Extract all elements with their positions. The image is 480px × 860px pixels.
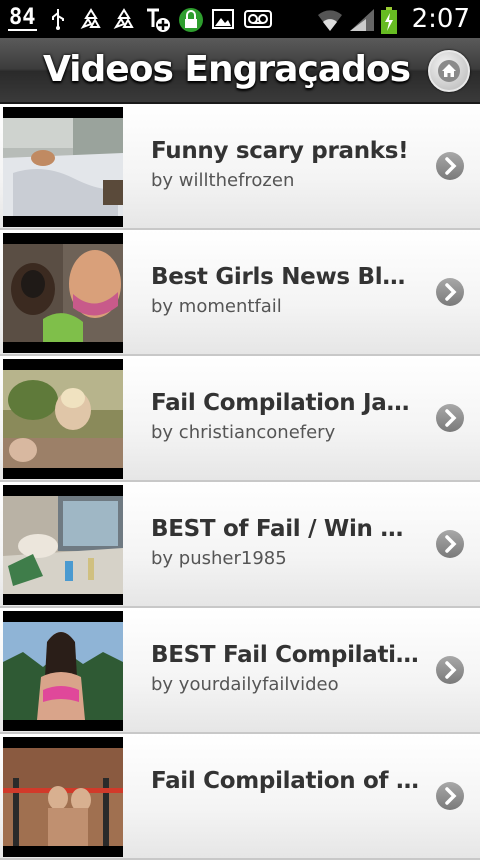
video-title: Best Girls News Bloopers <box>151 264 419 290</box>
status-bar-system: 2:07 <box>316 4 470 34</box>
video-list-item[interactable]: BEST Fail Compilation 2012 by yourdailyf… <box>0 608 480 734</box>
page-title: Videos Engraçados <box>42 49 411 90</box>
chevron-right-icon[interactable] <box>436 530 464 558</box>
video-author: by momentfail <box>151 296 282 317</box>
chevron-right-icon[interactable] <box>436 278 464 306</box>
battery-icon <box>380 7 404 34</box>
status-bar: 84 2:07 <box>0 0 480 38</box>
wifi-icon <box>316 7 342 31</box>
recycle-icon <box>79 7 103 31</box>
video-list-item[interactable]: Fail Compilation January by christiancon… <box>0 356 480 482</box>
video-thumbnail <box>3 737 123 857</box>
usb-icon <box>46 7 70 31</box>
home-button[interactable] <box>428 50 470 92</box>
video-title: Fail Compilation of the Week <box>151 768 419 794</box>
video-list-item[interactable]: BEST of Fail / Win Compilation by pusher… <box>0 482 480 608</box>
video-title: Fail Compilation January <box>151 390 419 416</box>
video-author: by christianconefery <box>151 422 336 443</box>
video-title: BEST Fail Compilation 2012 <box>151 642 419 668</box>
voicemail-icon <box>243 7 272 31</box>
video-thumbnail <box>3 359 123 479</box>
lock-icon <box>178 7 203 32</box>
video-thumbnail <box>3 611 123 731</box>
video-thumbnail <box>3 485 123 605</box>
home-icon <box>438 60 460 82</box>
clock: 2:07 <box>411 4 470 34</box>
chevron-right-icon[interactable] <box>436 656 464 684</box>
recycle-icon <box>112 7 136 31</box>
video-list-item[interactable]: Fail Compilation of the Week <box>0 734 480 860</box>
video-author: by willthefrozen <box>151 170 295 191</box>
chevron-right-icon[interactable] <box>436 404 464 432</box>
video-author: by pusher1985 <box>151 548 287 569</box>
status-bar-notifications: 84 <box>8 4 272 34</box>
app-header: Videos Engraçados <box>0 38 480 104</box>
video-thumbnail <box>3 107 123 227</box>
chevron-right-icon[interactable] <box>436 782 464 810</box>
video-author: by yourdailyfailvideo <box>151 674 339 695</box>
video-thumbnail <box>3 233 123 353</box>
image-icon <box>211 7 235 31</box>
video-list: Funny scary pranks! by willthefrozen Bes… <box>0 104 480 860</box>
t-plus-icon <box>145 7 170 32</box>
signal-icon <box>348 7 374 31</box>
video-title: Funny scary pranks! <box>151 138 409 164</box>
video-list-item[interactable]: Best Girls News Bloopers by momentfail <box>0 230 480 356</box>
video-list-item[interactable]: Funny scary pranks! by willthefrozen <box>0 104 480 230</box>
notification-count: 84 <box>8 5 37 31</box>
chevron-right-icon[interactable] <box>436 152 464 180</box>
video-title: BEST of Fail / Win Compilation <box>151 516 419 542</box>
